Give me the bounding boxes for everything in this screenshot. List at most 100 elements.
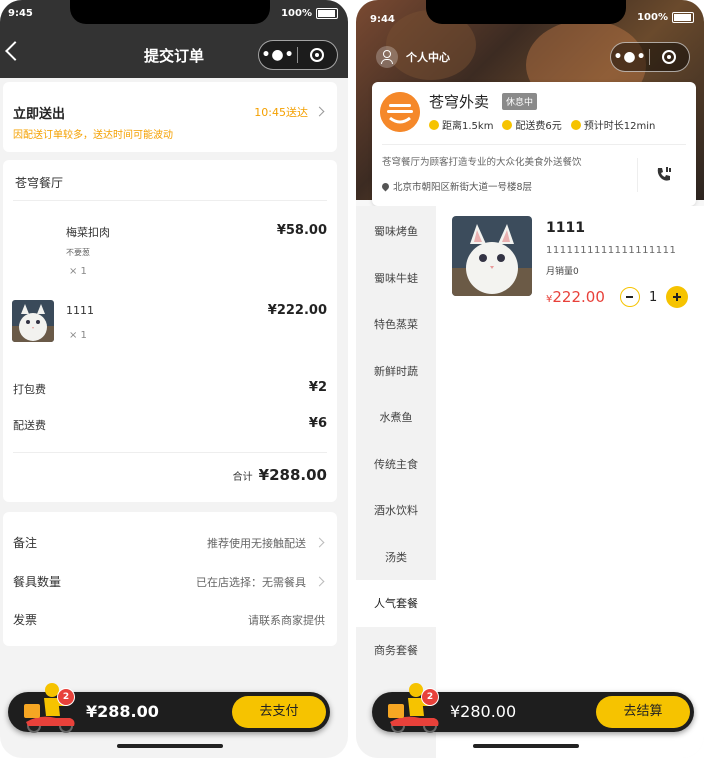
category-item[interactable]: 商务套餐 <box>356 627 436 674</box>
delivery-time[interactable]: 10:45送达 <box>254 104 325 120</box>
distance-metric: 距离1.5km <box>429 117 493 132</box>
shop-metrics: 距离1.5km 配送费6元 预计时长12min <box>429 117 655 132</box>
shop-logo <box>380 92 420 132</box>
total-label: 合计 <box>232 472 253 483</box>
delivery-card[interactable]: 立即送出 10:45送达 因配送订单较多，送达时间可能波动 <box>3 82 337 152</box>
chevron-right-icon <box>314 576 325 587</box>
item-qty: × 1 <box>69 330 87 341</box>
home-indicator <box>473 744 579 748</box>
fee-value-delivery: ¥6 <box>308 416 327 431</box>
minus-icon[interactable] <box>620 287 640 307</box>
remark-text: 推荐使用无接触配送 <box>207 537 306 550</box>
tableware-text: 已在店选择：无需餐具 <box>196 576 306 589</box>
dish-sales: 月销量0 <box>546 267 579 277</box>
cat-thumbnail[interactable] <box>452 216 532 296</box>
dish-description: 1111111111111111111 <box>546 245 677 256</box>
category-item-active[interactable]: 人气套餐 <box>356 580 436 627</box>
item-price: ¥222.00 <box>267 303 327 318</box>
category-item[interactable]: 新鲜时蔬 <box>356 348 436 395</box>
status-bar: 9:45 100% <box>0 0 348 28</box>
item-spec: 不要葱 <box>66 248 90 257</box>
remark-label: 备注 <box>13 536 38 550</box>
restaurant-name: 苍穹餐厅 <box>15 176 64 190</box>
plus-icon[interactable] <box>666 286 689 308</box>
fee-label-delivery: 配送费 <box>13 419 46 432</box>
cart-count-badge: 2 <box>57 688 75 706</box>
send-icon <box>570 119 581 130</box>
divider <box>382 144 686 145</box>
item-qty: × 1 <box>69 266 87 277</box>
dish-price-value: 222.00 <box>552 288 605 306</box>
yen-icon <box>502 119 513 130</box>
shop-menu-screen: 9:44 100% 个人中心 •●• 苍穹外卖 休息中 距离1.5km 配送费6… <box>356 0 704 758</box>
eta-text: 预计时长12min <box>583 121 656 132</box>
fee-value-packing: ¥2 <box>308 380 327 395</box>
shop-info-card: 苍穹外卖 休息中 距离1.5km 配送费6元 预计时长12min 苍穹餐厅为顾客… <box>372 82 696 206</box>
category-item[interactable]: 特色蒸菜 <box>356 301 436 348</box>
category-item[interactable]: 蜀味烤鱼 <box>356 208 436 255</box>
more-dots-icon[interactable]: •●• <box>259 47 297 63</box>
battery-icon <box>672 12 694 23</box>
battery-indicator: 100% <box>637 12 694 23</box>
checkout-bar: 2 ¥280.00 去结算 <box>372 683 694 733</box>
phone-call-icon[interactable] <box>655 166 673 184</box>
dish-list: 1111 1111111111111111111 月销量0 ¥222.00 1 <box>436 206 704 758</box>
close-target-icon[interactable] <box>650 50 688 64</box>
shop-status-badge: 休息中 <box>502 93 538 110</box>
delivery-title: 立即送出 <box>13 107 66 122</box>
shop-address: 北京市朝阳区新街大道一号楼8层 <box>380 179 532 193</box>
eta-metric: 预计时长12min <box>570 117 656 132</box>
shop-name: 苍穹外卖 <box>429 93 490 111</box>
clock-icon <box>429 119 439 130</box>
tableware-value[interactable]: 已在店选择：无需餐具 <box>196 574 325 590</box>
header-bar: 9:45 100% 提交订单 •●• <box>0 0 348 78</box>
invoice-value: 请联系商家提供 <box>248 614 325 627</box>
shop-description: 苍穹餐厅为顾客打造专业的大众化美食外送餐饮 <box>382 157 582 168</box>
item-price: ¥58.00 <box>276 223 327 238</box>
battery-indicator: 100% <box>281 8 338 19</box>
fee-label-packing: 打包费 <box>13 383 46 396</box>
checkout-bar: 2 ¥288.00 去支付 <box>8 683 330 733</box>
item-name: 1111 <box>66 304 94 317</box>
delivery-rider-icon[interactable] <box>384 678 446 734</box>
dish-price: ¥222.00 <box>546 288 605 306</box>
category-item[interactable]: 水煮鱼 <box>356 394 436 441</box>
divider <box>13 200 327 201</box>
submit-order-screen: 9:45 100% 提交订单 •●• 立即送出 10:45送达 因配送订单较多，… <box>0 0 348 758</box>
pay-button[interactable]: 去支付 <box>232 696 326 728</box>
delivery-time-text: 10:45送达 <box>254 106 308 119</box>
category-item[interactable]: 汤类 <box>356 534 436 581</box>
status-bar: 9:44 100% <box>356 0 704 28</box>
delivery-fee-text: 配送费6元 <box>515 121 562 132</box>
invoice-label: 发票 <box>13 613 38 627</box>
quantity-value: 1 <box>649 289 658 305</box>
distance-text: 距离1.5km <box>442 121 494 132</box>
user-center-link[interactable]: 个人中心 <box>376 46 450 68</box>
category-menu: 蜀味烤鱼 蜀味牛蛙 特色蒸菜 新鲜时蔬 水煮鱼 传统主食 酒水饮料 汤类 人气套… <box>356 206 436 758</box>
category-item[interactable]: 传统主食 <box>356 441 436 488</box>
mini-program-capsule: •●• <box>258 40 338 70</box>
chevron-right-icon <box>314 106 325 117</box>
battery-text: 100% <box>281 8 312 19</box>
divider <box>637 158 638 192</box>
battery-text: 100% <box>637 12 668 23</box>
delivery-rider-icon[interactable] <box>20 678 82 734</box>
delivery-fee-metric: 配送费6元 <box>502 117 562 132</box>
more-dots-icon[interactable]: •●• <box>611 49 649 65</box>
item-name: 梅菜扣肉 <box>66 226 110 239</box>
category-item[interactable]: 蜀味牛蛙 <box>356 255 436 302</box>
checkout-button[interactable]: 去结算 <box>596 696 690 728</box>
checkout-amount: ¥288.00 <box>86 702 159 721</box>
tableware-label: 餐具数量 <box>13 575 62 589</box>
close-target-icon[interactable] <box>298 48 336 62</box>
location-pin-icon <box>380 181 391 191</box>
battery-icon <box>316 8 338 19</box>
category-item[interactable]: 酒水饮料 <box>356 487 436 534</box>
status-time: 9:44 <box>370 14 395 25</box>
order-total: 合计 ¥288.00 <box>233 466 327 484</box>
delivery-note: 因配送订单较多，送达时间可能波动 <box>13 130 173 141</box>
dish-name: 1111 <box>546 220 585 236</box>
remark-value[interactable]: 推荐使用无接触配送 <box>207 535 325 551</box>
cart-count-badge: 2 <box>421 688 439 706</box>
mini-program-capsule: •●• <box>610 42 690 72</box>
